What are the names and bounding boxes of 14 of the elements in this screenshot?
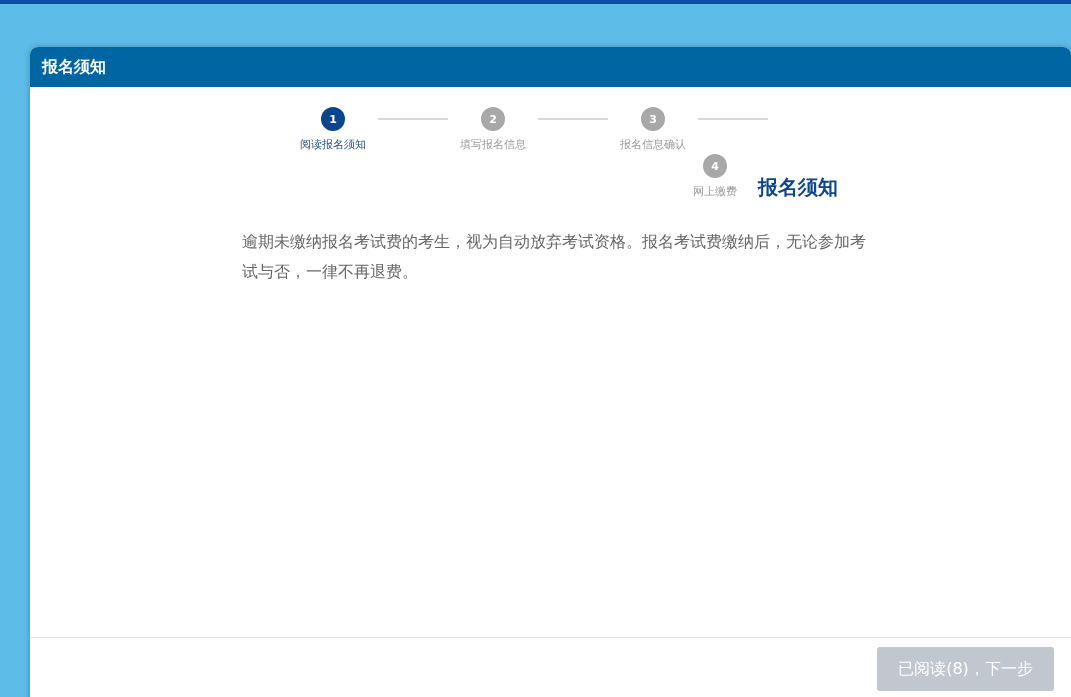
section-title: 报名须知 bbox=[758, 174, 838, 201]
step-connector bbox=[378, 118, 448, 120]
step-number: 1 bbox=[321, 107, 345, 131]
step-connector bbox=[538, 118, 608, 120]
dialog-title: 报名须知 bbox=[30, 47, 1071, 87]
step-label: 填写报名信息 bbox=[460, 137, 526, 152]
step-label: 网上缴费 bbox=[693, 184, 737, 199]
step-label: 阅读报名须知 bbox=[300, 137, 366, 152]
step-label: 报名信息确认 bbox=[620, 137, 686, 152]
step-connector bbox=[698, 118, 768, 120]
step-number: 2 bbox=[481, 107, 505, 131]
notice-text: 逾期未缴纳报名考试费的考生，视为自动放弃考试资格。报名考试费缴纳后，无论参加考试与否，一律不再退费。 bbox=[242, 231, 866, 283]
step-number: 4 bbox=[703, 154, 727, 178]
step-number: 3 bbox=[641, 107, 665, 131]
